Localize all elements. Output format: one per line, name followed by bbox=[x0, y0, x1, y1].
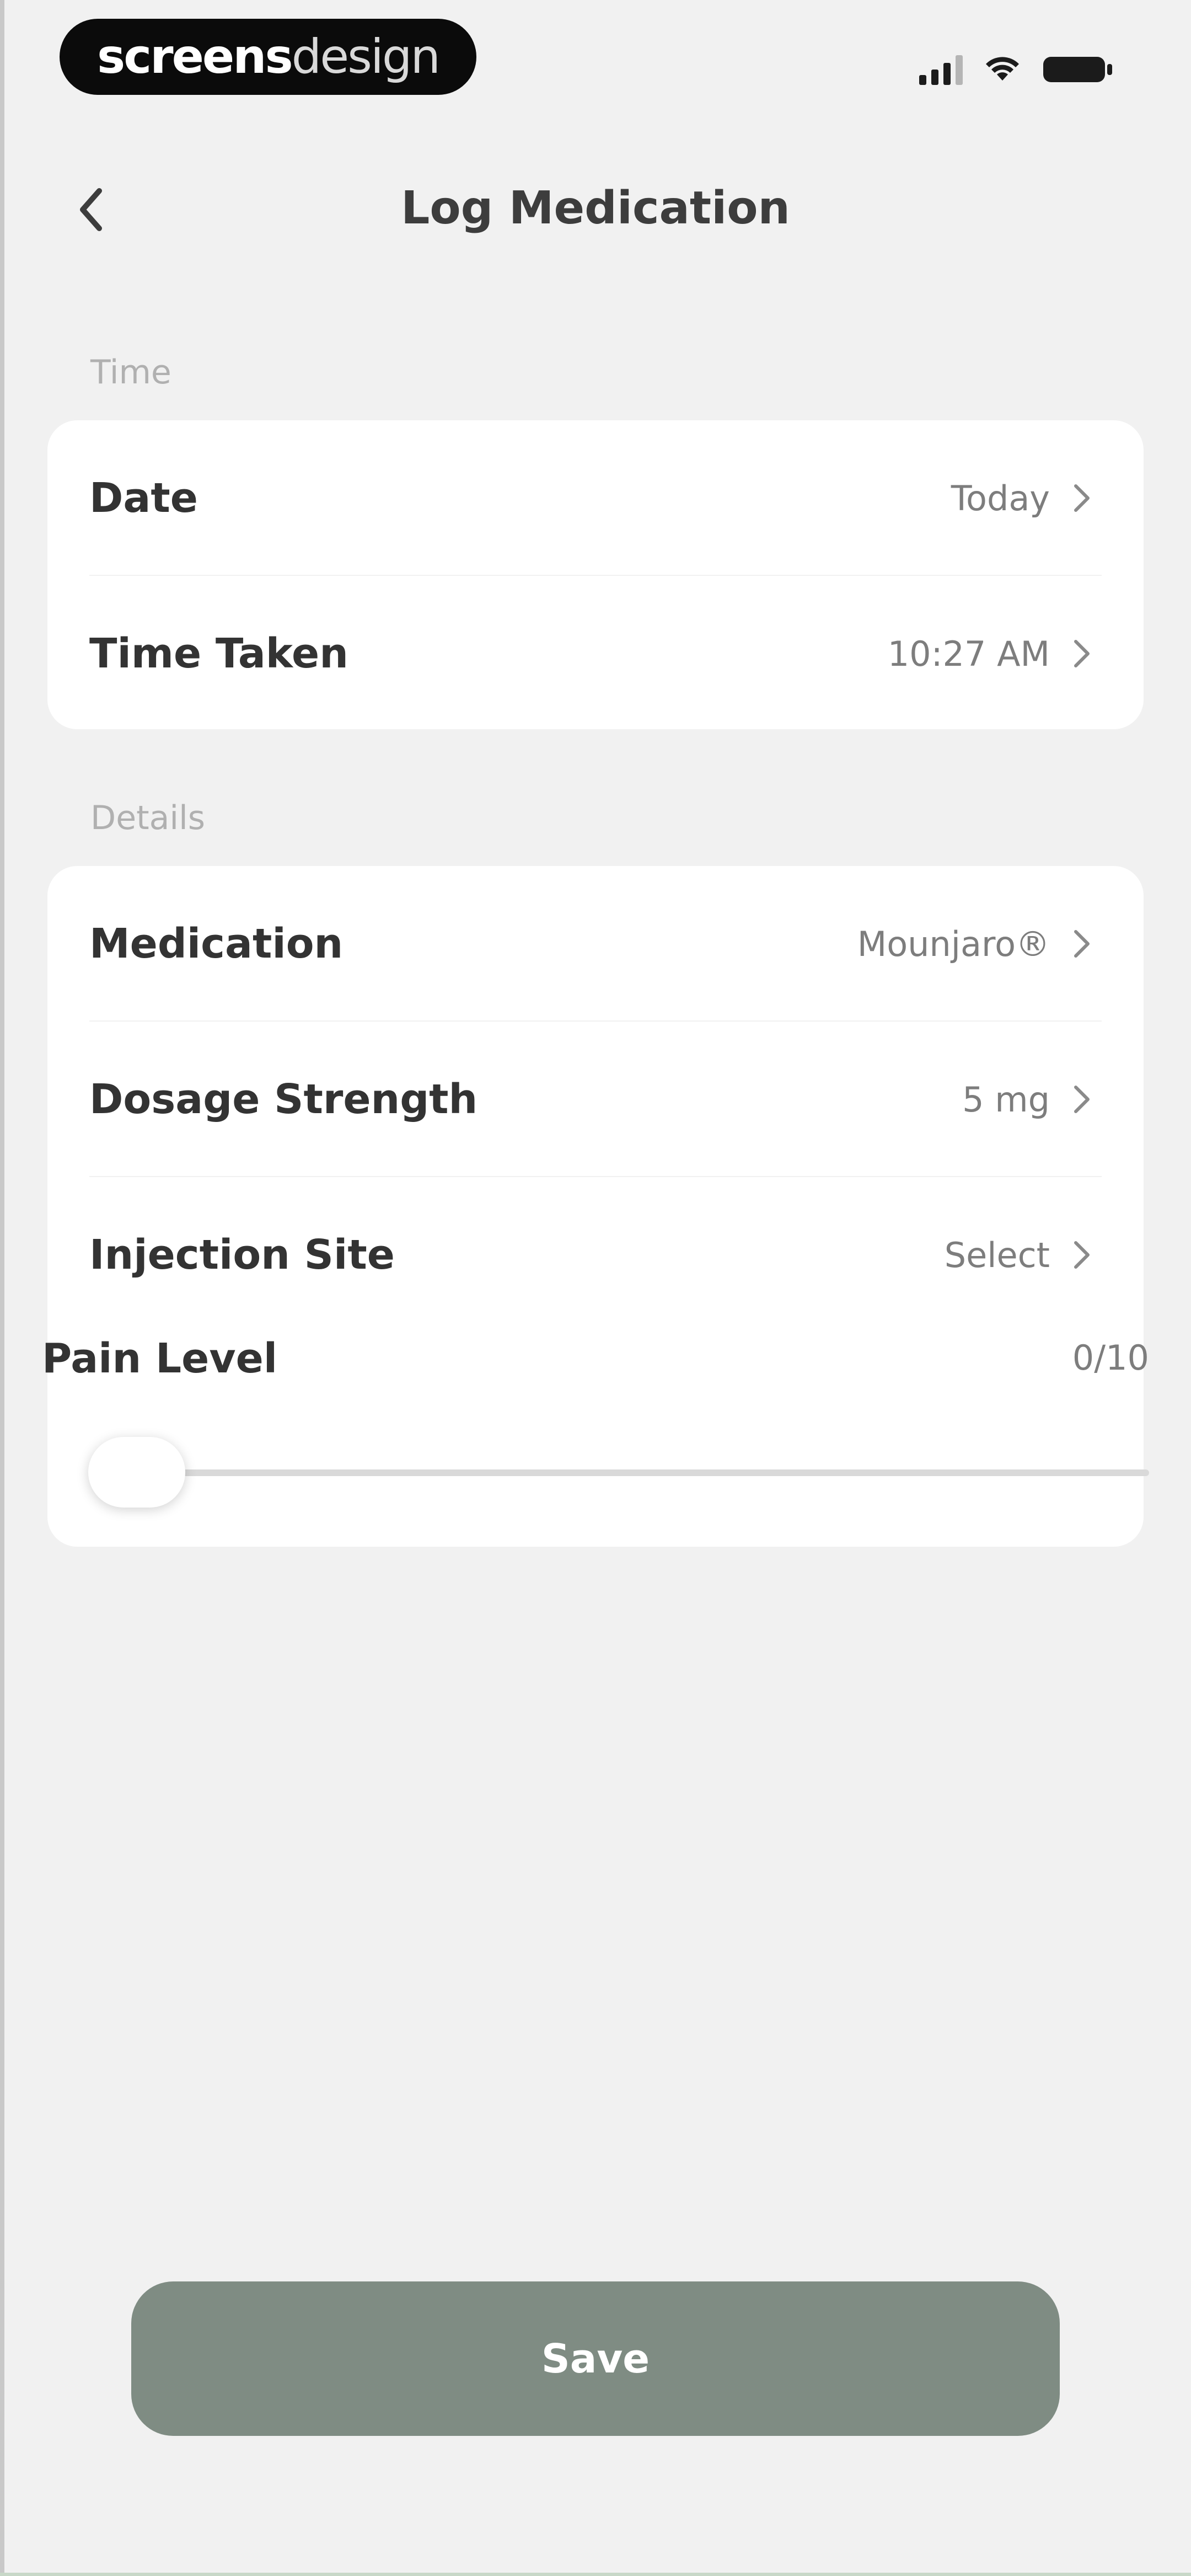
medication-row[interactable]: Medication Mounjaro® bbox=[47, 866, 1144, 1022]
section-label-details: Details bbox=[90, 799, 206, 837]
screen-bottom-edge bbox=[0, 2573, 1191, 2576]
details-card: Medication Mounjaro® Dosage Strength 5 m… bbox=[47, 866, 1144, 1547]
dosage-strength-label: Dosage Strength bbox=[89, 1076, 478, 1123]
time-card: Date Today Time Taken 10:27 AM bbox=[47, 420, 1144, 729]
chevron-right-icon bbox=[1070, 480, 1094, 516]
chevron-right-icon bbox=[1070, 636, 1094, 671]
save-button[interactable]: Save bbox=[131, 2281, 1060, 2436]
page-title: Log Medication bbox=[401, 182, 790, 234]
pain-level-slider-thumb[interactable] bbox=[88, 1437, 185, 1508]
injection-site-value: Select bbox=[944, 1234, 1050, 1275]
battery-icon bbox=[1042, 55, 1114, 84]
section-label-time: Time bbox=[90, 353, 171, 392]
status-icons bbox=[919, 50, 1114, 89]
screen-edge bbox=[0, 0, 4, 2576]
time-taken-row[interactable]: Time Taken 10:27 AM bbox=[47, 576, 1144, 731]
date-label: Date bbox=[89, 474, 198, 522]
chevron-right-icon bbox=[1070, 1082, 1094, 1117]
injection-site-row[interactable]: Injection Site Select bbox=[47, 1177, 1144, 1333]
time-taken-label: Time Taken bbox=[89, 630, 348, 677]
medication-value: Mounjaro® bbox=[857, 923, 1050, 964]
signal-icon bbox=[919, 54, 963, 85]
pain-level-label: Pain Level bbox=[42, 1335, 278, 1382]
pain-level-value: 0/10 bbox=[1072, 1338, 1149, 1378]
injection-site-label: Injection Site bbox=[89, 1231, 395, 1279]
log-medication-screen: screens design Log Medication Time Date … bbox=[0, 0, 1191, 2576]
medication-label: Medication bbox=[89, 920, 344, 968]
chevron-right-icon bbox=[1070, 1237, 1094, 1273]
date-value: Today bbox=[951, 478, 1050, 519]
brand-logo-light: design bbox=[291, 29, 441, 84]
time-taken-value: 10:27 AM bbox=[887, 633, 1050, 674]
date-row[interactable]: Date Today bbox=[47, 420, 1144, 576]
pain-level-slider-track[interactable] bbox=[99, 1469, 1149, 1476]
dosage-strength-row[interactable]: Dosage Strength 5 mg bbox=[47, 1022, 1144, 1177]
chevron-right-icon bbox=[1070, 926, 1094, 961]
brand-logo: screens design bbox=[60, 19, 476, 95]
brand-logo-bold: screens bbox=[97, 29, 293, 84]
dosage-strength-value: 5 mg bbox=[962, 1079, 1050, 1120]
wifi-icon bbox=[985, 56, 1020, 83]
